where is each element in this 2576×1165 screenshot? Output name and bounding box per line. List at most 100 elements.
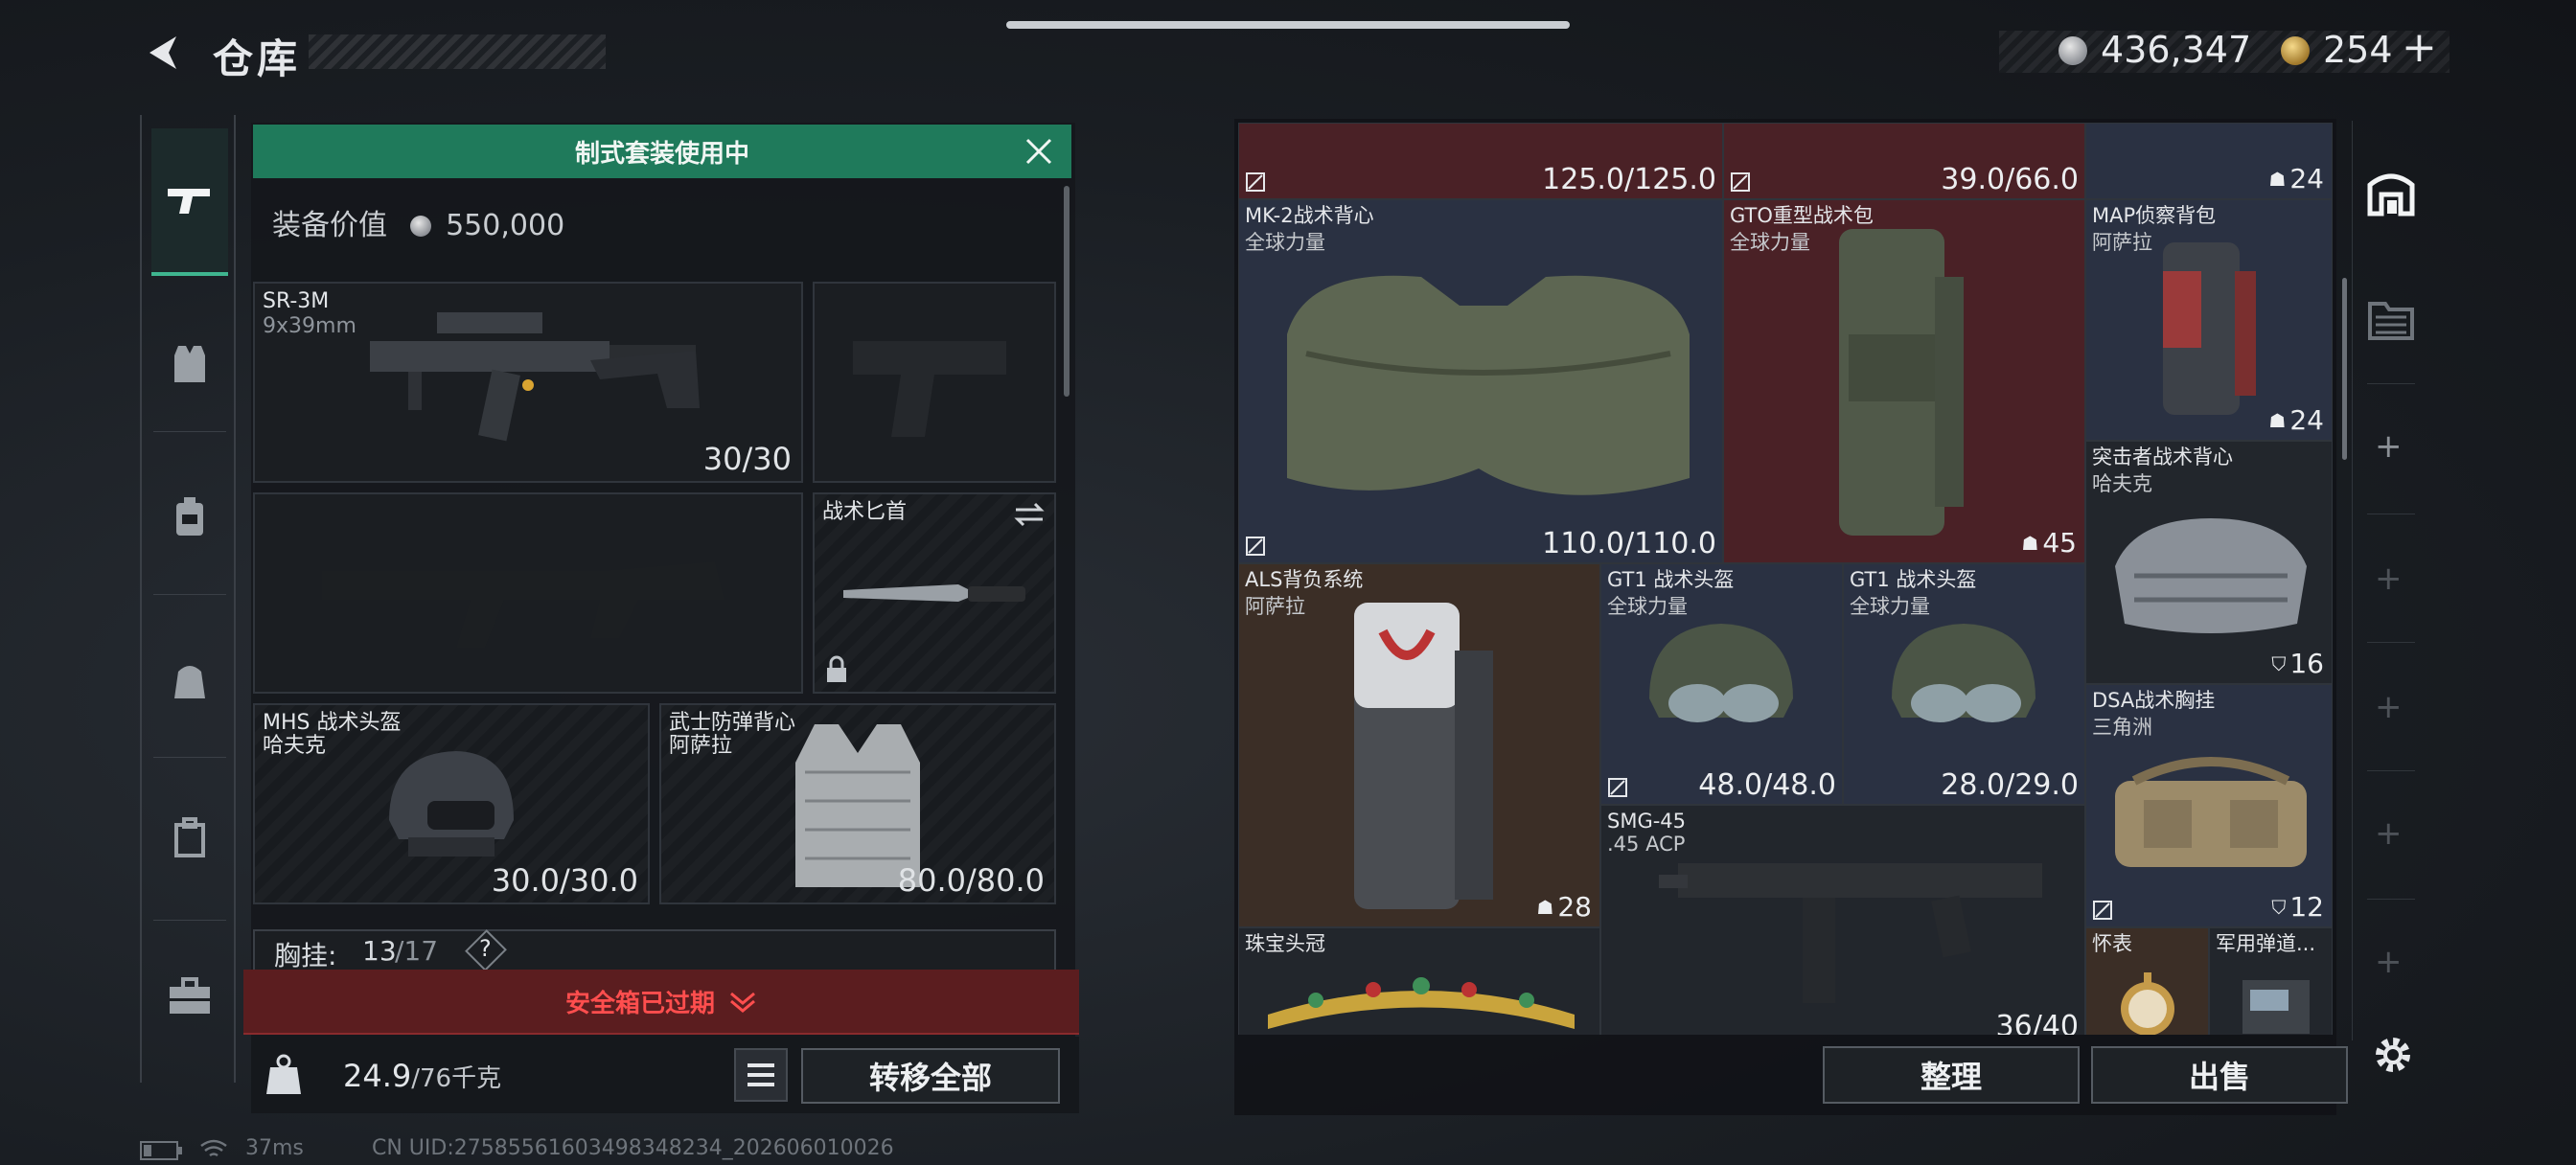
tab-storage-main[interactable] — [2359, 161, 2423, 224]
durability: 48.0/48.0 — [1698, 768, 1836, 802]
inventory-item[interactable]: 珠宝头冠 — [1238, 927, 1600, 1035]
ammo-type: 9x39mm — [263, 314, 356, 338]
inventory-item[interactable]: 突击者战术背心 哈夫克 ⛉ 16 — [2085, 441, 2333, 684]
tab-vest[interactable] — [151, 326, 228, 402]
kit-banner: 制式套装使用中 — [253, 125, 1071, 178]
slot-item-name: 武士防弹背心 — [669, 711, 796, 735]
tab-toolbox[interactable] — [151, 958, 228, 1035]
inventory-item[interactable]: GT1 战术头盔 全球力量 28.0/29.0 — [1843, 563, 2085, 805]
gold-amount: 254 — [2323, 29, 2393, 71]
list-icon — [748, 1063, 774, 1086]
secondary-weapon-slot[interactable] — [253, 492, 803, 694]
inventory-item[interactable]: 怀表 — [2085, 927, 2209, 1035]
inventory-item[interactable]: 军用弹道... — [2209, 927, 2333, 1035]
rifle-silhouette-icon — [322, 561, 724, 648]
no-repair-icon — [1731, 172, 1750, 192]
add-storage-button[interactable]: + — [2375, 814, 2403, 853]
tab-case[interactable] — [151, 799, 228, 876]
inventory-item[interactable]: SMG-45 .45 ACP 36/40 — [1600, 805, 2085, 1035]
inventory-item[interactable]: MAP侦察背包 阿萨拉 ☗ 24 — [2085, 199, 2333, 441]
inventory-item[interactable]: GTO重型战术包 全球力量 ☗ 45 — [1723, 199, 2085, 563]
slot-item-maker: 哈夫克 — [263, 734, 327, 758]
add-storage-button[interactable]: + — [2375, 560, 2403, 598]
tab-weapons[interactable] — [151, 128, 228, 276]
transfer-all-button[interactable]: 转移全部 — [801, 1048, 1060, 1104]
melee-slot[interactable]: 战术匕首 — [813, 492, 1056, 694]
inventory-item[interactable]: ALS背负系统 阿萨拉 ☗ 28 — [1238, 563, 1600, 927]
safe-box-alert[interactable]: 安全箱已过期 — [243, 970, 1079, 1035]
primary-weapon-slot[interactable]: SR-3M 9x39mm 30/30 — [253, 282, 803, 483]
capacity-badge: ☗ 45 — [2021, 527, 2077, 559]
no-repair-icon — [1246, 537, 1265, 556]
ballistic-device-image — [2242, 980, 2310, 1034]
pistol-silhouette-icon — [853, 341, 1006, 437]
inventory-item[interactable]: MK-2战术背心 全球力量 110.0/110.0 — [1238, 199, 1723, 563]
tab-backpack[interactable] — [151, 479, 228, 556]
knife-image — [843, 584, 1025, 602]
inventory-item[interactable]: ☗ 24 — [2085, 123, 2333, 199]
bag-icon — [174, 666, 205, 698]
add-storage-button[interactable]: + — [2375, 943, 2403, 981]
home-indicator — [1006, 21, 1570, 29]
add-storage-button[interactable]: + — [2375, 427, 2403, 466]
item-name: GT1 战术头盔 — [1607, 568, 1735, 591]
vest-icon: ⛉ — [2271, 651, 2287, 675]
slot-item-name: SR-3M — [263, 289, 330, 313]
slot-item-name: 战术匕首 — [822, 500, 908, 524]
sidearm-slot[interactable] — [813, 282, 1056, 483]
item-maker: 哈夫克 — [2092, 472, 2152, 495]
armor-slot[interactable]: 武士防弹背心 阿萨拉 80.0/80.0 — [659, 703, 1056, 904]
inventory-item[interactable]: DSA战术胸挂 三角洲 ⛉ 12 — [2085, 684, 2333, 927]
backpack-image — [1354, 603, 1493, 909]
loadout-scrollbar[interactable] — [1064, 186, 1070, 397]
helmet-image — [1892, 624, 2036, 722]
durability: 125.0/125.0 — [1542, 163, 1716, 196]
backpack-icon: ☗ — [2268, 167, 2287, 191]
no-repair-icon — [2093, 901, 2112, 920]
durability: 80.0/80.0 — [897, 862, 1045, 899]
sell-button[interactable]: 出售 — [2091, 1046, 2348, 1104]
capacity-badge: ☗ 24 — [2268, 163, 2324, 194]
close-icon[interactable] — [1022, 134, 1056, 169]
helmet-slot[interactable]: MHS 战术头盔 哈夫克 30.0/30.0 — [253, 703, 650, 904]
chest-rig-row[interactable]: 胸挂: 13 /17 ? — [253, 929, 1056, 971]
inventory-item[interactable]: 39.0/66.0 — [1723, 123, 2085, 199]
slot-item-name: MHS 战术头盔 — [263, 711, 402, 735]
inventory-item[interactable]: 125.0/125.0 — [1238, 123, 1723, 199]
tab-bag[interactable] — [151, 642, 228, 719]
weight-icon — [266, 1054, 301, 1094]
sort-button[interactable]: 整理 — [1823, 1046, 2080, 1104]
capacity-badge: ☗ 24 — [2268, 404, 2324, 436]
inventory-item[interactable]: GT1 战术头盔 全球力量 48.0/48.0 — [1600, 563, 1843, 805]
swap-icon[interactable] — [1012, 500, 1046, 529]
add-gold-button[interactable]: + — [2402, 23, 2437, 72]
weight-current: 24.9 — [343, 1058, 412, 1094]
capacity-badge: ⛉ 16 — [2271, 648, 2324, 679]
divider — [2367, 899, 2415, 900]
silver-coin-icon — [2058, 36, 2087, 65]
help-icon[interactable]: ? — [479, 935, 492, 962]
pistol-icon — [168, 189, 210, 214]
item-name: GT1 战术头盔 — [1850, 568, 1977, 591]
inventory-scrollbar[interactable] — [2342, 278, 2347, 460]
case-icon — [174, 817, 205, 857]
item-name: ALS背负系统 — [1245, 568, 1364, 591]
durability: 30.0/30.0 — [491, 862, 638, 899]
gear-icon[interactable] — [2367, 1029, 2419, 1081]
add-storage-button[interactable]: + — [2375, 688, 2403, 726]
no-repair-icon — [1246, 172, 1265, 192]
gold-coin-icon — [2281, 36, 2310, 65]
item-name: DSA战术胸挂 — [2092, 689, 2216, 712]
divider — [2367, 770, 2415, 771]
no-repair-icon — [1608, 778, 1627, 797]
chevron-down-icon — [730, 992, 755, 1013]
chest-label: 胸挂: — [274, 940, 337, 971]
title-decoration — [309, 34, 606, 69]
item-name: 突击者战术背心 — [2092, 445, 2233, 468]
chest-used: 13 — [362, 935, 397, 967]
back-icon[interactable] — [140, 29, 188, 77]
wifi-icon — [200, 1139, 227, 1157]
tab-storage-2[interactable] — [2359, 287, 2423, 351]
list-view-button[interactable] — [734, 1048, 788, 1102]
item-maker: 阿萨拉 — [1245, 595, 1305, 618]
